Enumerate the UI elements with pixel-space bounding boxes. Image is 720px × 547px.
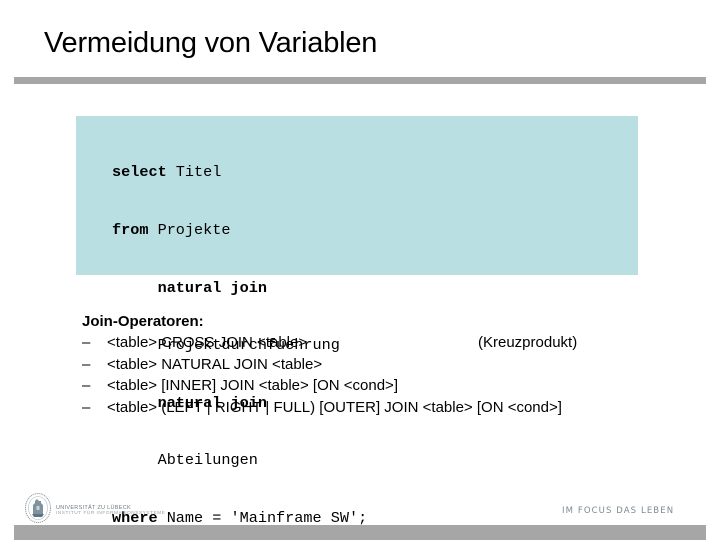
join-operators-list: Join-Operatoren: – <table> CROSS JOIN <t…: [82, 311, 577, 419]
join-operators-heading: Join-Operatoren:: [82, 313, 204, 330]
list-item-note: (Kreuzprodukt): [478, 334, 578, 351]
bullet-dash: –: [82, 355, 91, 373]
title-divider: [14, 77, 706, 84]
institute-name-line: INSTITUT FÜR INFORMATIONSSYSTEME: [56, 511, 166, 516]
sql-text: Projekte: [148, 221, 231, 239]
footer-slogan: IM FOCUS DAS LEBEN: [562, 506, 675, 516]
list-item: – <table> NATURAL JOIN <table>: [82, 354, 322, 376]
bullet-dash: –: [82, 334, 91, 351]
list-item-text: <table> CROSS JOIN <table>: [107, 334, 308, 351]
list-item-text: <table> (LEFT | RIGHT | FULL) [OUTER] JO…: [107, 398, 562, 416]
code-line: select Titel: [112, 163, 367, 182]
code-line: from Projekte: [112, 221, 367, 240]
list-item-text: <table> NATURAL JOIN <table>: [107, 355, 323, 373]
sql-keyword: select: [112, 163, 167, 182]
code-line: Abteilungen: [112, 451, 367, 470]
sql-keyword: from: [112, 221, 149, 239]
university-seal-icon: [25, 493, 51, 523]
slide-title: Vermeidung von Variablen: [44, 27, 378, 59]
sql-text: Abteilungen: [157, 451, 258, 470]
list-item: – <table> [INNER] JOIN <table> [ON <cond…: [82, 375, 398, 397]
sql-keyword: natural join: [157, 278, 267, 297]
bullet-dash: –: [82, 398, 91, 416]
list-item-text: <table> [INNER] JOIN <table> [ON <cond>]: [107, 377, 398, 394]
footer-bar: [14, 525, 706, 540]
list-item: – <table> (LEFT | RIGHT | FULL) [OUTER] …: [82, 397, 562, 419]
code-line: natural join: [112, 279, 367, 298]
sql-text: Titel: [166, 163, 222, 182]
bullet-dash: –: [82, 377, 91, 394]
list-item: – <table> CROSS JOIN <table> (Kreuzprodu…: [82, 332, 577, 354]
university-name: UNIVERSITÄT ZU LÜBECK INSTITUT FÜR INFOR…: [56, 505, 165, 517]
